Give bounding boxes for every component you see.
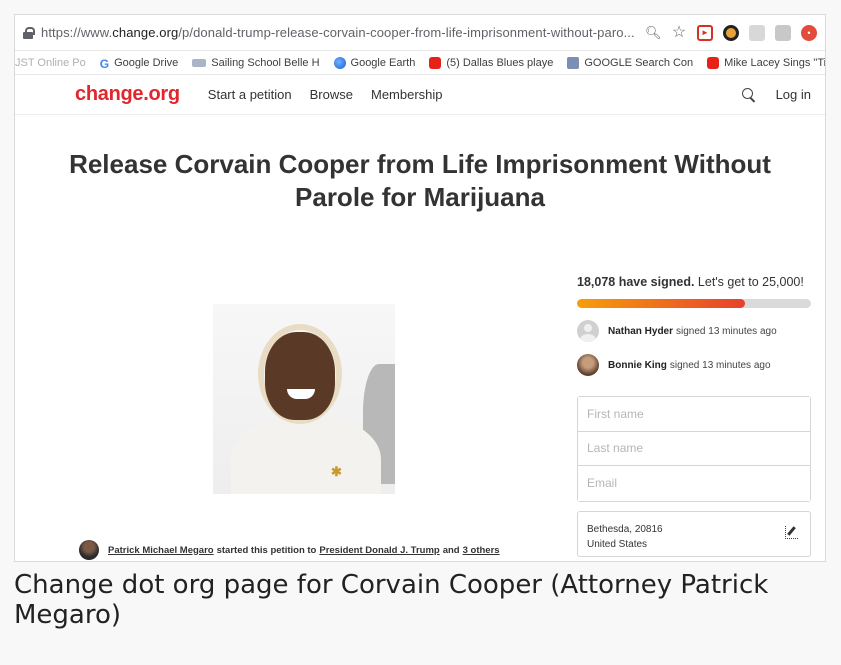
browse-link[interactable]: Browse xyxy=(310,87,353,102)
bookmark-label: Sailing School Belle H xyxy=(211,56,320,69)
first-name-field[interactable]: First name xyxy=(578,397,810,432)
others-link[interactable]: 3 others xyxy=(463,545,500,556)
youtube-icon xyxy=(429,56,442,69)
signer-time: signed 13 minutes ago xyxy=(669,359,771,371)
bookmark-item[interactable]: Google Earth xyxy=(333,56,416,69)
starter-name-link[interactable]: Patrick Michael Megaro xyxy=(108,545,214,556)
image-caption: Change dot org page for Corvain Cooper (… xyxy=(14,570,769,630)
shirt-logo: ✱ xyxy=(331,464,342,479)
search-icon[interactable] xyxy=(741,87,756,102)
url-text[interactable]: https://www.change.org/p/donald-trump-re… xyxy=(41,25,637,40)
sign-form: First name Last name Email xyxy=(577,396,811,502)
recipient-link[interactable]: President Donald J. Trump xyxy=(319,545,439,556)
recent-signer: Nathan Hyder signed 13 minutes ago xyxy=(577,320,811,342)
bank-icon xyxy=(567,56,580,69)
url-prefix: https://www. xyxy=(41,25,113,40)
google-icon: G xyxy=(99,56,110,71)
bookmark-item[interactable]: (5) Dallas Blues playe xyxy=(429,56,554,69)
extension-badge-icon[interactable]: • xyxy=(801,24,817,41)
progress-fill xyxy=(577,299,746,308)
signed-count: 18,078 have signed. xyxy=(577,275,695,289)
address-bar[interactable]: https://www.change.org/p/donald-trump-re… xyxy=(15,15,825,51)
extension-pdf-icon[interactable] xyxy=(749,24,765,41)
url-path: /p/donald-trump-release-corvain-cooper-f… xyxy=(178,25,635,40)
lock-icon xyxy=(23,26,35,39)
url-domain: change.org xyxy=(112,25,179,40)
and-text: and xyxy=(442,544,460,556)
bookmark-star-icon[interactable]: ☆ xyxy=(671,24,687,41)
bookmark-label: Google Earth xyxy=(350,56,416,69)
bookmark-label: GOOGLE Search Con xyxy=(584,56,694,69)
browser-extensions: 🔍︎ ☆ ► • xyxy=(645,24,817,41)
change-org-logo[interactable]: change.org xyxy=(75,83,180,106)
zoom-icon[interactable]: 🔍︎ xyxy=(645,25,662,41)
bookmark-label: Mike Lacey Sings "Ti xyxy=(724,56,825,69)
bookmark-item[interactable]: Mike Lacey Sings "Ti xyxy=(707,56,825,69)
start-petition-link[interactable]: Start a petition xyxy=(208,87,292,102)
bookmark-item[interactable]: JST Online Po xyxy=(15,57,86,69)
sign-panel: 18,078 have signed. Let's get to 25,000!… xyxy=(577,275,811,557)
extension-video-icon[interactable]: ► xyxy=(697,24,713,41)
avatar xyxy=(577,354,599,376)
site-nav: change.org Start a petition Browse Membe… xyxy=(15,75,825,115)
bookmark-label: Google Drive xyxy=(114,56,179,69)
goal-text: Let's get to 25,000! xyxy=(697,275,804,289)
bookmark-item[interactable]: Sailing School Belle H xyxy=(192,56,320,69)
login-link[interactable]: Log in xyxy=(776,87,811,102)
edit-icon[interactable] xyxy=(785,525,798,539)
sailing-icon xyxy=(192,58,207,67)
starter-text: started this petition to xyxy=(216,544,317,556)
bookmark-item[interactable]: GOOGLE Search Con xyxy=(567,56,694,69)
screenshot-frame: https://www.change.org/p/donald-trump-re… xyxy=(14,14,826,562)
last-name-field[interactable]: Last name xyxy=(578,431,810,466)
avatar-placeholder-icon xyxy=(577,320,599,342)
petition-title: Release Corvain Cooper from Life Impriso… xyxy=(69,149,771,212)
location-line-1: Bethesda, 20816 xyxy=(587,523,663,535)
bookmarks-bar: JST Online Po G Google Drive Sailing Scho… xyxy=(15,51,825,75)
bookmark-item[interactable]: G Google Drive xyxy=(99,56,179,71)
bookmark-label: JST Online Po xyxy=(15,56,86,69)
extension-circle-icon[interactable] xyxy=(723,24,739,41)
photo-head xyxy=(265,332,335,420)
youtube-icon xyxy=(707,56,720,69)
bookmark-label: (5) Dallas Blues playe xyxy=(446,56,554,69)
recent-signer: Bonnie King signed 13 minutes ago xyxy=(577,354,811,376)
membership-link[interactable]: Membership xyxy=(371,87,443,102)
signature-count: 18,078 have signed. Let's get to 25,000! xyxy=(577,275,811,289)
signer-name: Nathan Hyder xyxy=(608,325,674,337)
petition-photo: ✱ xyxy=(213,304,395,494)
email-field[interactable]: Email xyxy=(578,466,810,501)
earth-icon xyxy=(333,56,346,69)
petition-starter: Patrick Michael Megaro started this peti… xyxy=(79,540,500,560)
avatar xyxy=(79,540,99,560)
signer-time: signed 13 minutes ago xyxy=(676,325,777,337)
progress-bar xyxy=(577,299,811,308)
photo-shirt xyxy=(231,414,381,494)
location-line-2: United States xyxy=(587,538,648,550)
location-box[interactable]: Bethesda, 20816 United States xyxy=(577,510,811,557)
signer-name: Bonnie King xyxy=(608,359,667,371)
extension-puzzle-icon[interactable] xyxy=(775,24,791,41)
